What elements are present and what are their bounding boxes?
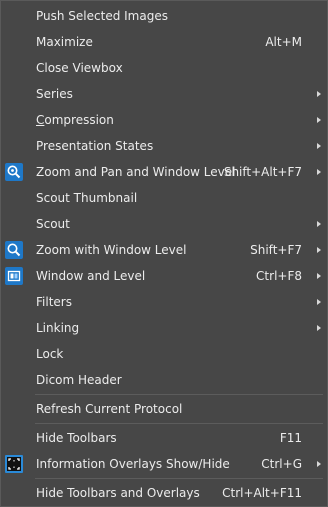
menu-item-label: Filters [36,295,72,309]
zoom-pan-icon [5,163,23,181]
context-menu: Push Selected Images Maximize Alt+M Clos… [0,0,328,507]
submenu-arrow-icon [317,325,321,331]
menu-item-shortcut: Ctrl+F8 [256,269,302,283]
menu-item-refresh-current-protocol[interactable]: Refresh Current Protocol [1,396,327,422]
menu-item-dicom-header[interactable]: Dicom Header [1,367,327,393]
menu-item-label: Hide Toolbars and Overlays [36,486,200,500]
menu-item-zoom-pan-window-level[interactable]: Zoom and Pan and Window Level Shift+Alt+… [1,159,327,185]
window-level-icon [5,267,23,285]
menu-item-scout-thumbnail[interactable]: Scout Thumbnail [1,185,327,211]
menu-item-label: Presentation States [36,139,154,153]
menu-item-label: Compression [36,107,114,133]
menu-item-push-selected-images[interactable]: Push Selected Images [1,3,327,29]
menu-item-window-and-level[interactable]: Window and Level Ctrl+F8 [1,263,327,289]
submenu-arrow-icon [317,273,321,279]
menu-separator [35,394,323,395]
menu-item-series[interactable]: Series [1,81,327,107]
menu-item-linking[interactable]: Linking [1,315,327,341]
zoom-window-level-icon [5,241,23,259]
menu-item-shortcut: Ctrl+G [261,457,302,471]
menu-item-label: Series [36,87,73,101]
menu-separator [35,423,323,424]
menu-item-hide-toolbars[interactable]: Hide Toolbars F11 [1,425,327,451]
information-overlays-icon [5,455,23,473]
submenu-arrow-icon [317,91,321,97]
menu-item-information-overlays[interactable]: Information Overlays Show/Hide Ctrl+G [1,451,327,477]
menu-item-label: Window and Level [36,269,146,283]
menu-item-label: Maximize [36,35,93,49]
submenu-arrow-icon [317,117,321,123]
menu-item-label: Lock [36,347,64,361]
menu-item-shortcut: Shift+Alt+F7 [223,165,302,179]
menu-item-lock[interactable]: Lock [1,341,327,367]
menu-item-hide-toolbars-and-overlays[interactable]: Hide Toolbars and Overlays Ctrl+Alt+F11 [1,480,327,506]
menu-item-label: Zoom with Window Level [36,243,187,257]
submenu-arrow-icon [317,461,321,467]
menu-item-shortcut: Ctrl+Alt+F11 [222,486,302,500]
menu-item-compression[interactable]: Compression [1,107,327,133]
menu-item-label: Dicom Header [36,373,122,387]
menu-item-label: Zoom and Pan and Window Level [36,165,236,179]
menu-item-label: Hide Toolbars [36,431,117,445]
menu-item-presentation-states[interactable]: Presentation States [1,133,327,159]
menu-item-close-viewbox[interactable]: Close Viewbox [1,55,327,81]
submenu-arrow-icon [317,247,321,253]
menu-item-shortcut: Shift+F7 [250,243,302,257]
menu-item-label: Scout Thumbnail [36,191,138,205]
menu-item-shortcut: F11 [279,431,302,445]
menu-item-label-rest: ompression [44,113,114,127]
menu-item-label: Linking [36,321,80,335]
menu-item-label: Push Selected Images [36,9,168,23]
submenu-arrow-icon [317,221,321,227]
submenu-arrow-icon [317,169,321,175]
menu-item-label: Refresh Current Protocol [36,402,183,416]
menu-item-label: Information Overlays Show/Hide [36,457,230,471]
menu-item-zoom-window-level[interactable]: Zoom with Window Level Shift+F7 [1,237,327,263]
menu-item-label: Scout [36,217,70,231]
submenu-arrow-icon [317,299,321,305]
submenu-arrow-icon [317,143,321,149]
menu-separator [35,478,323,479]
menu-item-scout[interactable]: Scout [1,211,327,237]
menu-item-shortcut: Alt+M [265,35,302,49]
menu-item-filters[interactable]: Filters [1,289,327,315]
menu-item-label: Close Viewbox [36,61,123,75]
menu-item-maximize[interactable]: Maximize Alt+M [1,29,327,55]
